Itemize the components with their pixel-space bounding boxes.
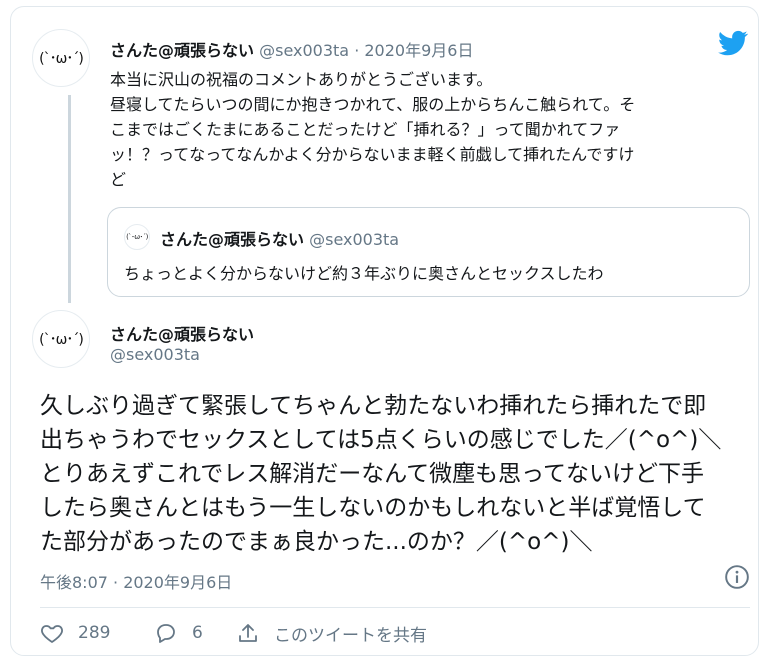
reply-line: 昼寝してたらいつの間にか抱きつかれて、服の上からちんこ触られて。そ xyxy=(110,95,636,114)
info-icon[interactable] xyxy=(724,564,750,590)
thread-line xyxy=(68,95,71,303)
quoted-text: ちょっとよく分からないけど約３年ぶりに奥さんとセックスしたわ xyxy=(124,264,604,283)
main-line: 出ちゃうわでセックスとしては5点くらいの感じでした／(^o^)＼ xyxy=(40,427,722,453)
like-count: 289 xyxy=(78,623,111,643)
main-line: 久しぶり過ぎて緊張してちゃんと勃たないわ挿れたら挿れたで即 xyxy=(40,393,707,419)
reply-date[interactable]: 2020年9月6日 xyxy=(364,41,473,60)
reply-line: こまではごくたまにあることだったけど「挿れる？」って聞かれてファ xyxy=(110,120,621,139)
main-author-handle[interactable]: @sex003ta xyxy=(110,345,200,364)
quoted-avatar: (`･ω･´) xyxy=(124,224,150,250)
main-author-name[interactable]: さんた@頑張らない xyxy=(110,321,254,345)
quoted-header: さんた@頑張らない @sex003ta xyxy=(160,226,399,250)
share-button[interactable]: このツイートを共有 xyxy=(236,621,427,646)
reply-author-handle[interactable]: @sex003ta xyxy=(259,41,349,60)
twitter-bird-icon[interactable] xyxy=(716,28,750,58)
reply-author-name[interactable]: さんた@頑張らない xyxy=(110,41,254,60)
reply-separator: · xyxy=(354,41,360,60)
share-label: このツイートを共有 xyxy=(274,626,427,646)
like-button[interactable]: 289 xyxy=(40,621,110,645)
reply-text: 本当に沢山の祝福のコメントありがとうございます。 昼寝してたらいつの間にか抱きつ… xyxy=(110,67,750,192)
reply-header: さんた@頑張らない @sex003ta · 2020年9月6日 xyxy=(110,37,473,61)
heart-icon xyxy=(41,625,63,643)
actions-divider xyxy=(40,607,750,608)
reply-line: ど xyxy=(110,170,127,189)
quoted-author-name: さんた@頑張らない xyxy=(160,230,305,249)
main-tweet-text: 久しぶり過ぎて緊張してちゃんと勃たないわ挿れたら挿れたで即 出ちゃうわでセックス… xyxy=(40,389,760,559)
main-timestamp[interactable]: 午後8:07 · 2020年9月6日 xyxy=(40,569,232,593)
main-line: た部分があったのでまぁ良かった...のか？／(^o^)＼ xyxy=(40,529,593,555)
embedded-tweet-card: (`･ω･´) さんた@頑張らない @sex003ta · 2020年9月6日 … xyxy=(10,6,759,656)
quoted-tweet[interactable]: (`･ω･´) さんた@頑張らない @sex003ta ちょっとよく分からないけ… xyxy=(107,207,750,297)
reply-count: 6 xyxy=(192,623,203,643)
speech-bubble-icon xyxy=(157,624,175,643)
reply-line: ッ！？ってなってなんかよく分からないまま軽く前戯して挿れたんですけ xyxy=(110,145,635,164)
share-icon xyxy=(239,623,257,642)
main-line: とりあえずこれでレス解消だーなんて微塵も思ってないけど下手 xyxy=(40,461,705,487)
reply-avatar[interactable]: (`･ω･´) xyxy=(32,29,90,87)
main-line: したら奥さんとはもう一生しないのかもしれないと半ば覚悟して xyxy=(40,495,706,521)
main-avatar[interactable]: (`･ω･´) xyxy=(32,310,90,368)
reply-button[interactable]: 6 xyxy=(154,621,203,645)
reply-line: 本当に沢山の祝福のコメントありがとうございます。 xyxy=(110,70,493,89)
quoted-author-handle: @sex003ta xyxy=(309,230,400,249)
